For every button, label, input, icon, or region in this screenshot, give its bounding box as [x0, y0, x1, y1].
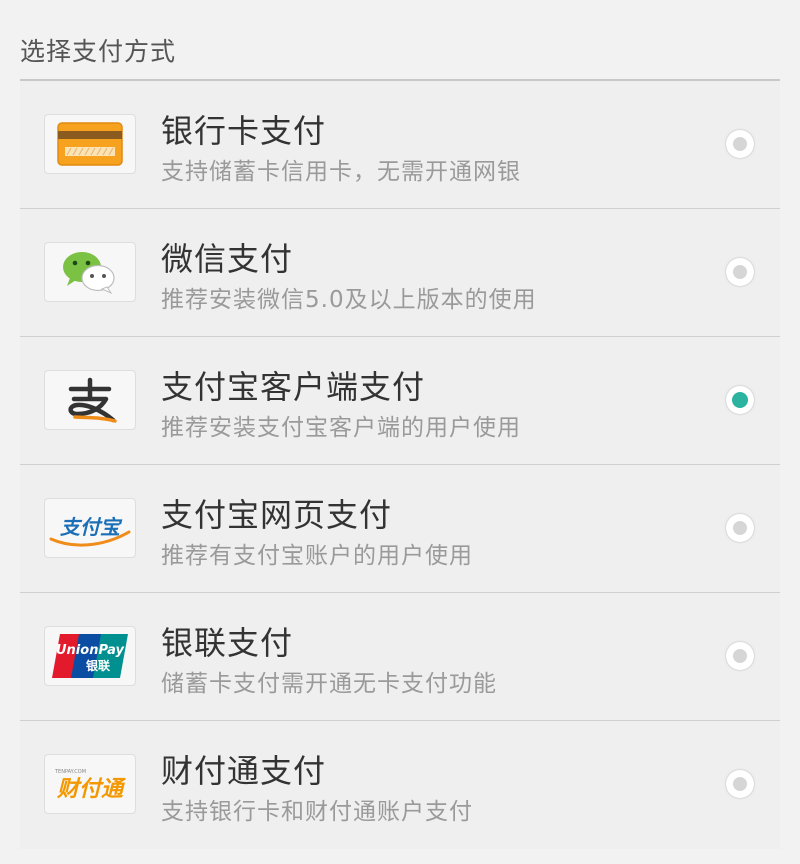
option-title: 财付通支付: [161, 752, 327, 790]
radio-wechat[interactable]: [726, 258, 754, 286]
radio-dot-selected: [732, 392, 748, 408]
option-title: 银联支付: [161, 624, 294, 662]
bank-card-icon: [44, 114, 136, 174]
payment-method-list: 银行卡支付 支持储蓄卡信用卡，无需开通网银 微信支付 推荐安装微信5.0及以上版…: [20, 81, 780, 849]
option-subtitle: 支持银行卡和财付通账户支付: [161, 799, 473, 825]
option-title: 支付宝客户端支付: [161, 368, 426, 406]
radio-tenpay[interactable]: [726, 770, 754, 798]
payment-option-wechat[interactable]: 微信支付 推荐安装微信5.0及以上版本的使用: [20, 209, 780, 337]
payment-option-bank-card[interactable]: 银行卡支付 支持储蓄卡信用卡，无需开通网银: [20, 81, 780, 209]
option-subtitle: 推荐有支付宝账户的用户使用: [161, 543, 473, 569]
radio-dot: [733, 649, 747, 663]
payment-option-tenpay[interactable]: TENPAY.COM 财付通 财付通支付 支持银行卡和财付通账户支付: [20, 721, 780, 849]
option-subtitle: 储蓄卡支付需开通无卡支付功能: [161, 671, 497, 697]
radio-unionpay[interactable]: [726, 642, 754, 670]
radio-bank-card[interactable]: [726, 130, 754, 158]
payment-option-alipay-app[interactable]: 支付宝客户端支付 推荐安装支付宝客户端的用户使用: [20, 337, 780, 465]
unionpay-logo: UnionPay 银联: [44, 626, 136, 686]
tenpay-logo-small: TENPAY.COM: [54, 769, 86, 775]
radio-alipay-app[interactable]: [726, 386, 754, 414]
unionpay-logo-cn: 银联: [86, 658, 110, 673]
payment-option-unionpay[interactable]: UnionPay 银联 银联支付 储蓄卡支付需开通无卡支付功能: [20, 593, 780, 721]
tenpay-logo: TENPAY.COM 财付通: [44, 754, 136, 814]
option-title: 银行卡支付: [161, 112, 327, 150]
payment-option-alipay-web[interactable]: 支付宝 支付宝网页支付 推荐有支付宝账户的用户使用: [20, 465, 780, 593]
alipay-app-icon: [44, 370, 136, 430]
page-title: 选择支付方式: [20, 37, 177, 66]
tenpay-logo-text: 财付通: [56, 777, 127, 802]
option-title: 支付宝网页支付: [161, 496, 393, 534]
radio-dot: [733, 265, 747, 279]
wechat-icon: [44, 242, 136, 302]
unionpay-logo-en: UnionPay: [56, 643, 125, 658]
option-subtitle: 支持储蓄卡信用卡，无需开通网银: [161, 159, 521, 185]
radio-dot: [733, 521, 747, 535]
alipay-web-logo-text: 支付宝: [60, 515, 123, 539]
alipay-web-logo: 支付宝: [44, 498, 136, 558]
option-title: 微信支付: [161, 240, 294, 278]
option-subtitle: 推荐安装微信5.0及以上版本的使用: [161, 287, 537, 313]
option-subtitle: 推荐安装支付宝客户端的用户使用: [161, 415, 521, 441]
payment-method-page: 选择支付方式 银行卡支付 支持储蓄卡信用卡，无需开通网银 微信支付 推荐安装微信…: [0, 0, 800, 864]
radio-alipay-web[interactable]: [726, 514, 754, 542]
radio-dot: [733, 777, 747, 791]
radio-dot: [733, 137, 747, 151]
